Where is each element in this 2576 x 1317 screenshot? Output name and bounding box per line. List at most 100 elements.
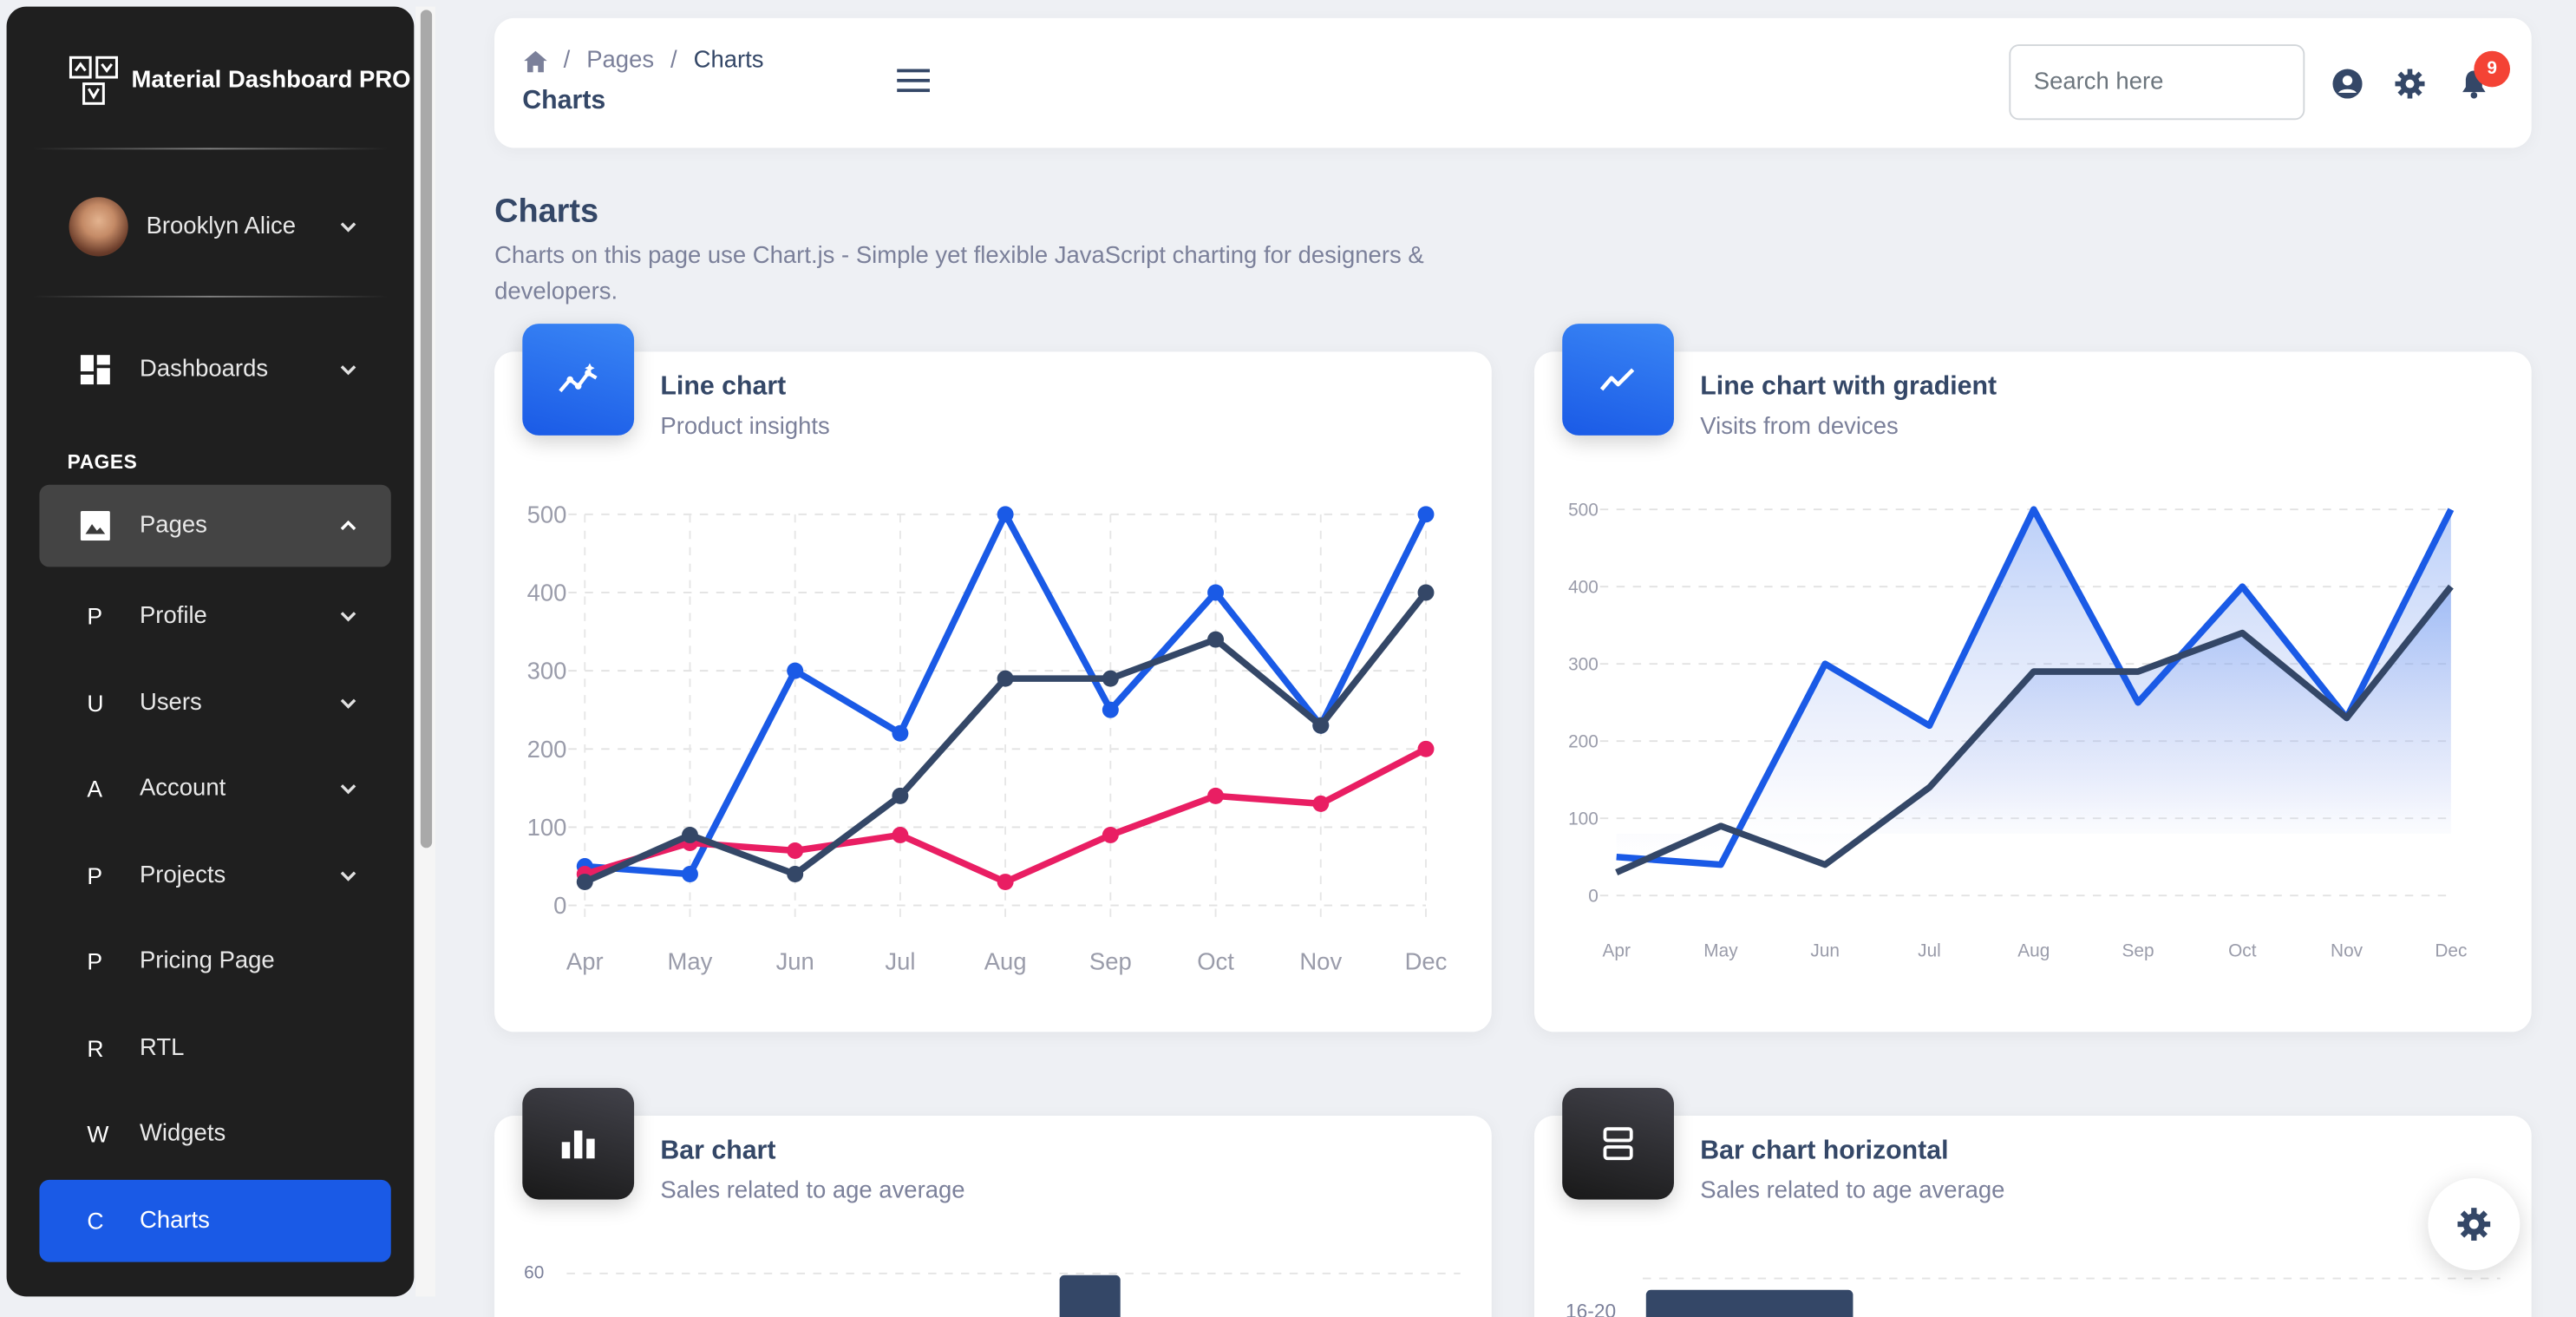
x-tick-label: Jul bbox=[885, 947, 915, 974]
settings-icon bbox=[2457, 1208, 2491, 1241]
bar-chart-card: 60 bbox=[494, 1116, 1492, 1317]
data-point bbox=[1417, 740, 1435, 757]
data-point bbox=[682, 826, 698, 843]
x-tick-label: Apr bbox=[566, 947, 604, 974]
configurator-button[interactable] bbox=[2428, 1177, 2520, 1271]
y-tick-label: 500 bbox=[1568, 500, 1599, 520]
x-tick-label: Sep bbox=[2122, 940, 2154, 960]
card-title: Bar chart bbox=[660, 1137, 776, 1165]
bar bbox=[1645, 1289, 1854, 1317]
sidebar-item-projects[interactable]: P Projects bbox=[39, 835, 390, 917]
data-point bbox=[1312, 795, 1330, 812]
card-subtitle: Product insights bbox=[660, 414, 830, 441]
breadcrumb: / Pages / Charts bbox=[524, 47, 764, 75]
avatar bbox=[69, 197, 128, 257]
trending-up-icon bbox=[1599, 368, 1635, 391]
breadcrumb-pages[interactable]: Pages bbox=[586, 48, 654, 74]
data-point bbox=[997, 506, 1014, 523]
x-tick-label: Dec bbox=[1405, 947, 1448, 974]
sidebar-item-label: Account bbox=[139, 775, 226, 803]
x-tick-label: May bbox=[668, 947, 713, 974]
breadcrumb-separator: / bbox=[563, 47, 571, 75]
sidebar-item-letter: P bbox=[87, 603, 103, 630]
horizontal-bars-icon bbox=[1603, 1127, 1633, 1161]
bar bbox=[1059, 1274, 1121, 1317]
top-navbar: / Pages / Charts Charts bbox=[494, 17, 2532, 148]
sidebar-item-users[interactable]: U Users bbox=[39, 662, 390, 744]
user-name: Brooklyn Alice bbox=[146, 213, 297, 240]
sidebar-item-label: Widgets bbox=[139, 1120, 226, 1148]
data-point bbox=[787, 842, 804, 859]
sidebar-item-letter: R bbox=[87, 1035, 104, 1062]
sidebar: Material Dashboard PRO Brooklyn Alice Da… bbox=[6, 6, 415, 1297]
x-tick-label: Jun bbox=[776, 947, 814, 974]
settings-icon[interactable] bbox=[2395, 69, 2425, 99]
line-chart: 0 100 200 300 400 500 Apr May Jun Jul Aug Sep Oct Nov… bbox=[527, 501, 1448, 974]
chevron-down-icon bbox=[340, 698, 356, 709]
bar-chart-icon bbox=[561, 1130, 595, 1159]
bar-chart: 60 bbox=[524, 1263, 1461, 1317]
data-point bbox=[1207, 631, 1225, 648]
data-point bbox=[1417, 506, 1435, 523]
card-icon bbox=[1562, 324, 1674, 436]
y-tick-label: 0 bbox=[1588, 887, 1599, 907]
sidebar-item-widgets[interactable]: W Widgets bbox=[39, 1093, 390, 1176]
x-tick-label: Jun bbox=[1810, 940, 1840, 960]
sidebar-item-label: Profile bbox=[139, 603, 207, 630]
sidebar-item-label: Charts bbox=[139, 1208, 210, 1235]
y-tick-label: 300 bbox=[527, 658, 567, 685]
chevron-down-icon bbox=[340, 222, 356, 233]
x-tick-label: Dec bbox=[2435, 940, 2467, 960]
home-icon[interactable] bbox=[524, 49, 547, 72]
image-icon bbox=[79, 509, 112, 542]
brand[interactable]: Material Dashboard PRO bbox=[69, 56, 411, 105]
logo-icon bbox=[69, 56, 118, 105]
x-tick-label: Oct bbox=[2228, 940, 2257, 960]
sidebar-item-letter: C bbox=[87, 1208, 104, 1235]
page-description: Charts on this page use Chart.js - Simpl… bbox=[494, 243, 1424, 306]
search-input[interactable] bbox=[2009, 44, 2305, 121]
data-point bbox=[787, 866, 804, 883]
data-point bbox=[1207, 787, 1225, 804]
sidebar-scroll-thumb[interactable] bbox=[420, 10, 433, 849]
notification-badge: 9 bbox=[2474, 50, 2511, 88]
dashboard-icon bbox=[79, 353, 112, 386]
breadcrumb-separator: / bbox=[670, 47, 677, 75]
line-chart-card: 0 100 200 300 400 500 Apr May Jun Jul Aug Sep Oct Nov… bbox=[494, 351, 1492, 1032]
y-tick-label: 0 bbox=[553, 892, 566, 919]
sidebar-item-rtl[interactable]: R RTL bbox=[39, 1007, 390, 1090]
sidebar-item-profile[interactable]: P Profile bbox=[39, 575, 390, 658]
card-subtitle: Visits from devices bbox=[1700, 414, 1899, 441]
x-tick-label: Jul bbox=[1918, 940, 1941, 960]
data-point bbox=[892, 826, 909, 843]
sidebar-item-dashboards[interactable]: Dashboards bbox=[39, 329, 390, 411]
sidebar-item-letter: P bbox=[87, 862, 103, 889]
x-tick-label: Nov bbox=[1299, 947, 1342, 974]
sidebar-item-charts[interactable]: C Charts bbox=[39, 1179, 391, 1262]
sidebar-item-label: Pricing Page bbox=[139, 947, 275, 975]
data-point bbox=[787, 662, 804, 679]
card-icon bbox=[1562, 1087, 1674, 1200]
data-point bbox=[997, 874, 1014, 891]
data-point bbox=[1102, 701, 1119, 718]
gradient-line-chart-card: 0 100 200 300 400 500 Apr May Jun Jul Aug Sep Oct Nov… bbox=[1533, 351, 2532, 1032]
data-point bbox=[1102, 670, 1119, 687]
sidebar-item-letter: W bbox=[87, 1120, 109, 1148]
chevron-down-icon bbox=[340, 871, 356, 881]
hamburger-menu-icon[interactable] bbox=[897, 68, 931, 94]
gradient-line-chart: 0 100 200 300 400 500 Apr May Jun Jul Aug Sep Oct Nov… bbox=[1568, 500, 2467, 960]
data-point bbox=[682, 866, 698, 883]
account-circle-icon[interactable] bbox=[2332, 69, 2363, 99]
x-tick-label: Aug bbox=[984, 947, 1027, 974]
sidebar-item-label: Users bbox=[139, 690, 202, 717]
breadcrumb-current: Charts bbox=[693, 47, 764, 75]
sidebar-item-pages[interactable]: Pages bbox=[39, 484, 391, 567]
y-tick-label: 100 bbox=[527, 814, 567, 841]
sidebar-item-account[interactable]: A Account bbox=[39, 748, 390, 830]
chevron-down-icon bbox=[340, 784, 356, 795]
divider bbox=[32, 295, 388, 298]
data-point bbox=[892, 787, 909, 804]
sidebar-item-label: Projects bbox=[139, 862, 226, 889]
sidebar-item-pricing-page[interactable]: P Pricing Page bbox=[39, 921, 390, 1003]
user-menu[interactable]: Brooklyn Alice bbox=[69, 197, 365, 257]
